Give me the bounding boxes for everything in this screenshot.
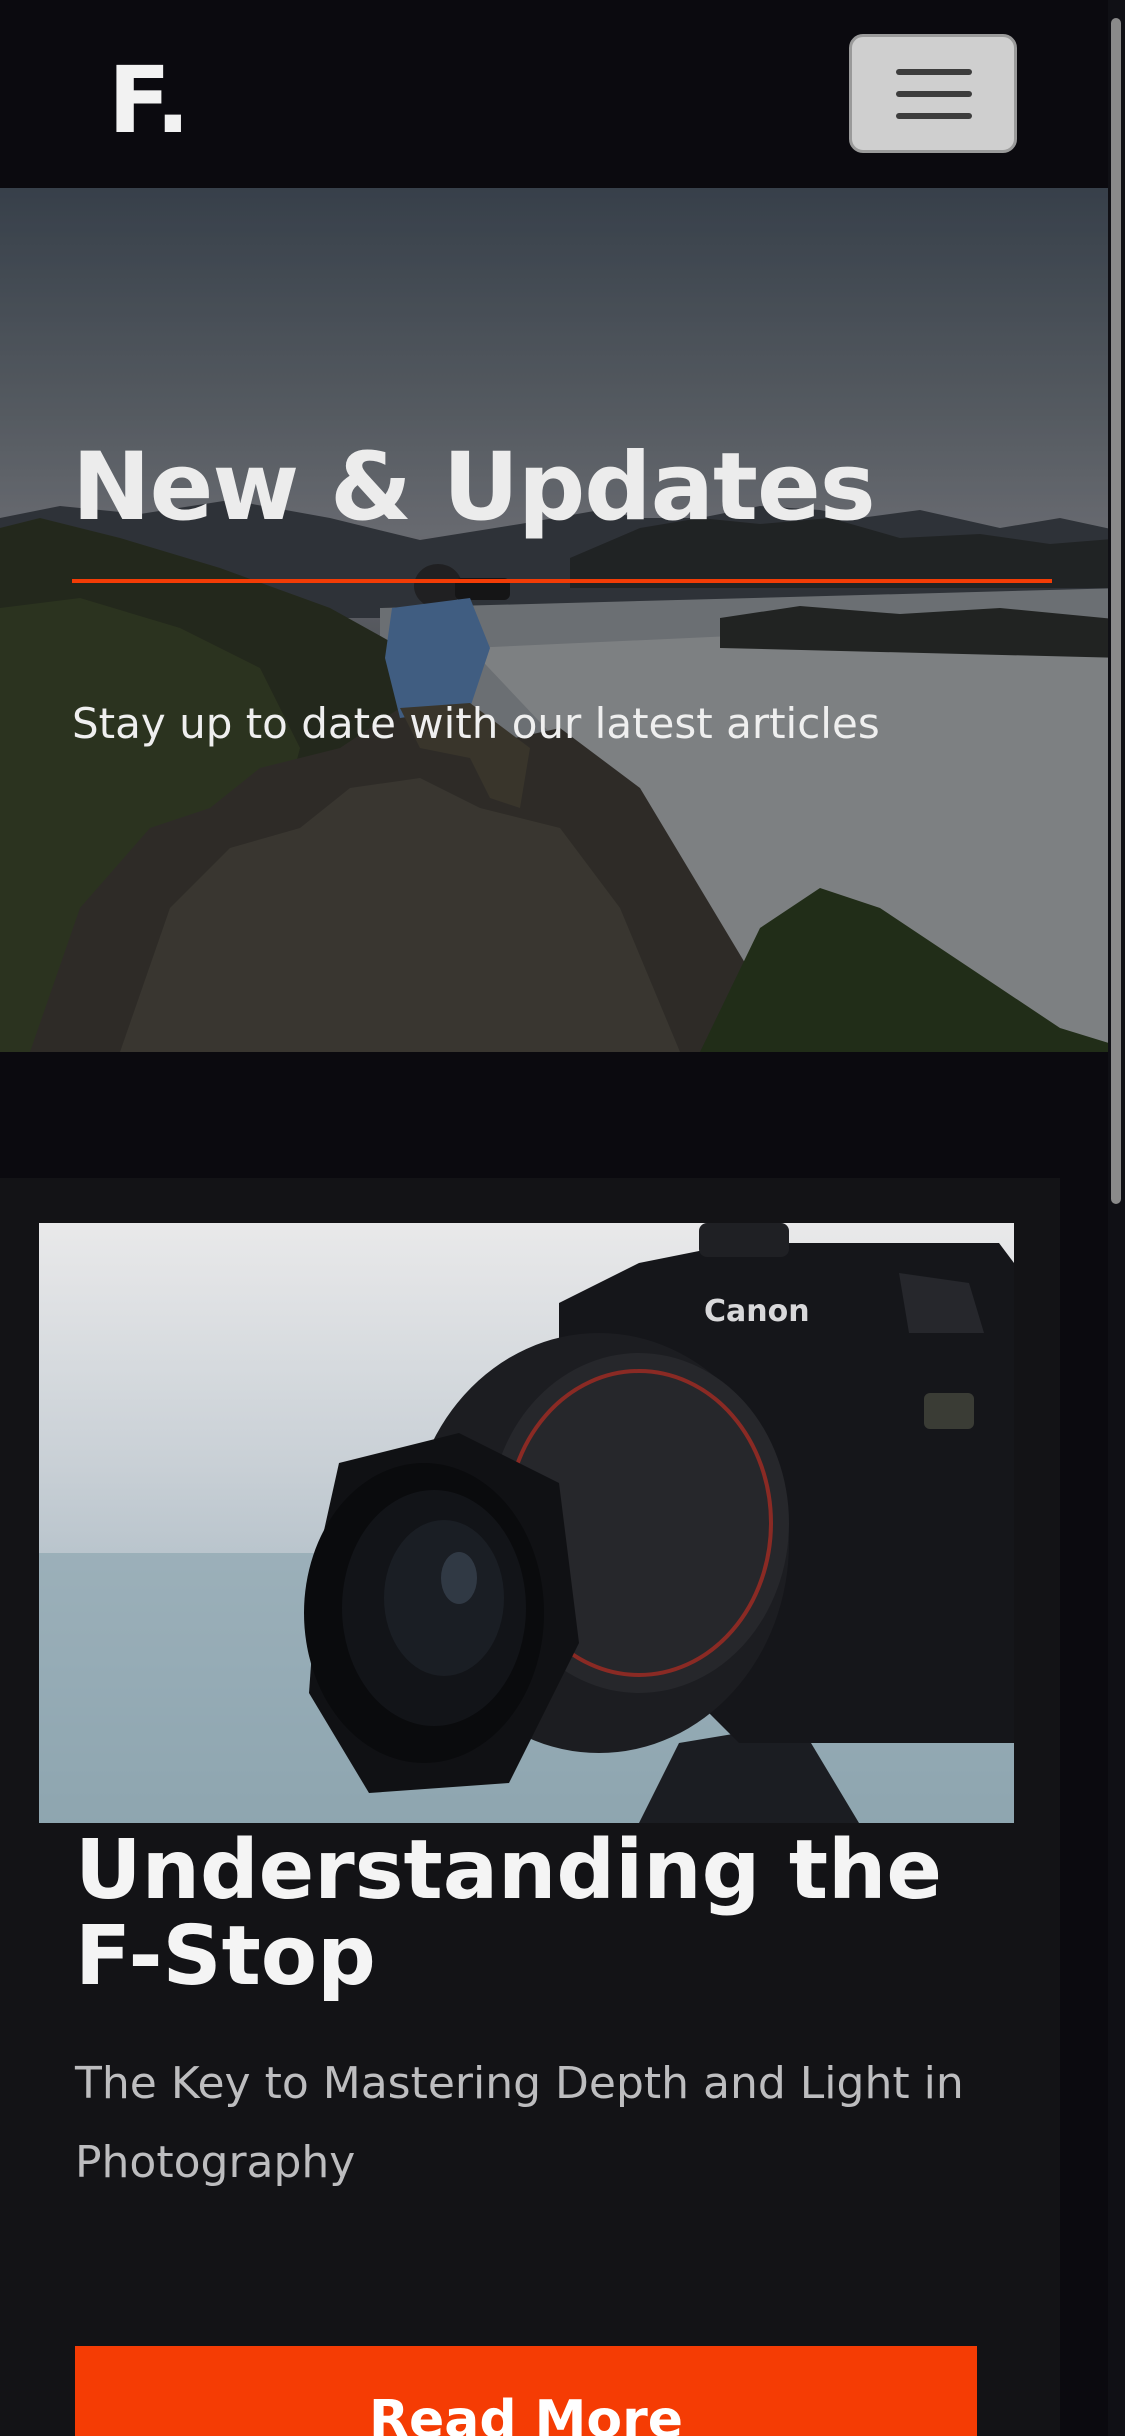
hero-section: New & Updates Stay up to date with our l… xyxy=(0,188,1125,1052)
read-more-button[interactable]: Read More xyxy=(75,2346,977,2436)
hero-divider xyxy=(72,579,1052,583)
camera-brand-label: Canon xyxy=(704,1294,810,1329)
menu-toggle-button[interactable] xyxy=(849,34,1017,153)
brand-logo[interactable]: F. xyxy=(108,46,190,156)
page-scrollbar[interactable] xyxy=(1108,0,1125,2436)
scrollbar-thumb[interactable] xyxy=(1111,18,1121,1204)
article-image[interactable]: Canon xyxy=(39,1223,1014,1823)
hero-image xyxy=(0,188,1125,1052)
navbar: F. xyxy=(0,0,1125,188)
article-title[interactable]: Understanding the F-Stop xyxy=(75,1828,1005,2000)
hero-subtitle: Stay up to date with our latest articles xyxy=(72,699,880,748)
article-card[interactable]: Canon Understanding the F-Stop The Key t… xyxy=(0,1178,1060,2436)
camera-illustration: Canon xyxy=(39,1223,1014,1823)
article-subtitle: The Key to Mastering Depth and Light in … xyxy=(75,2058,964,2188)
hero-title: New & Updates xyxy=(72,433,876,542)
